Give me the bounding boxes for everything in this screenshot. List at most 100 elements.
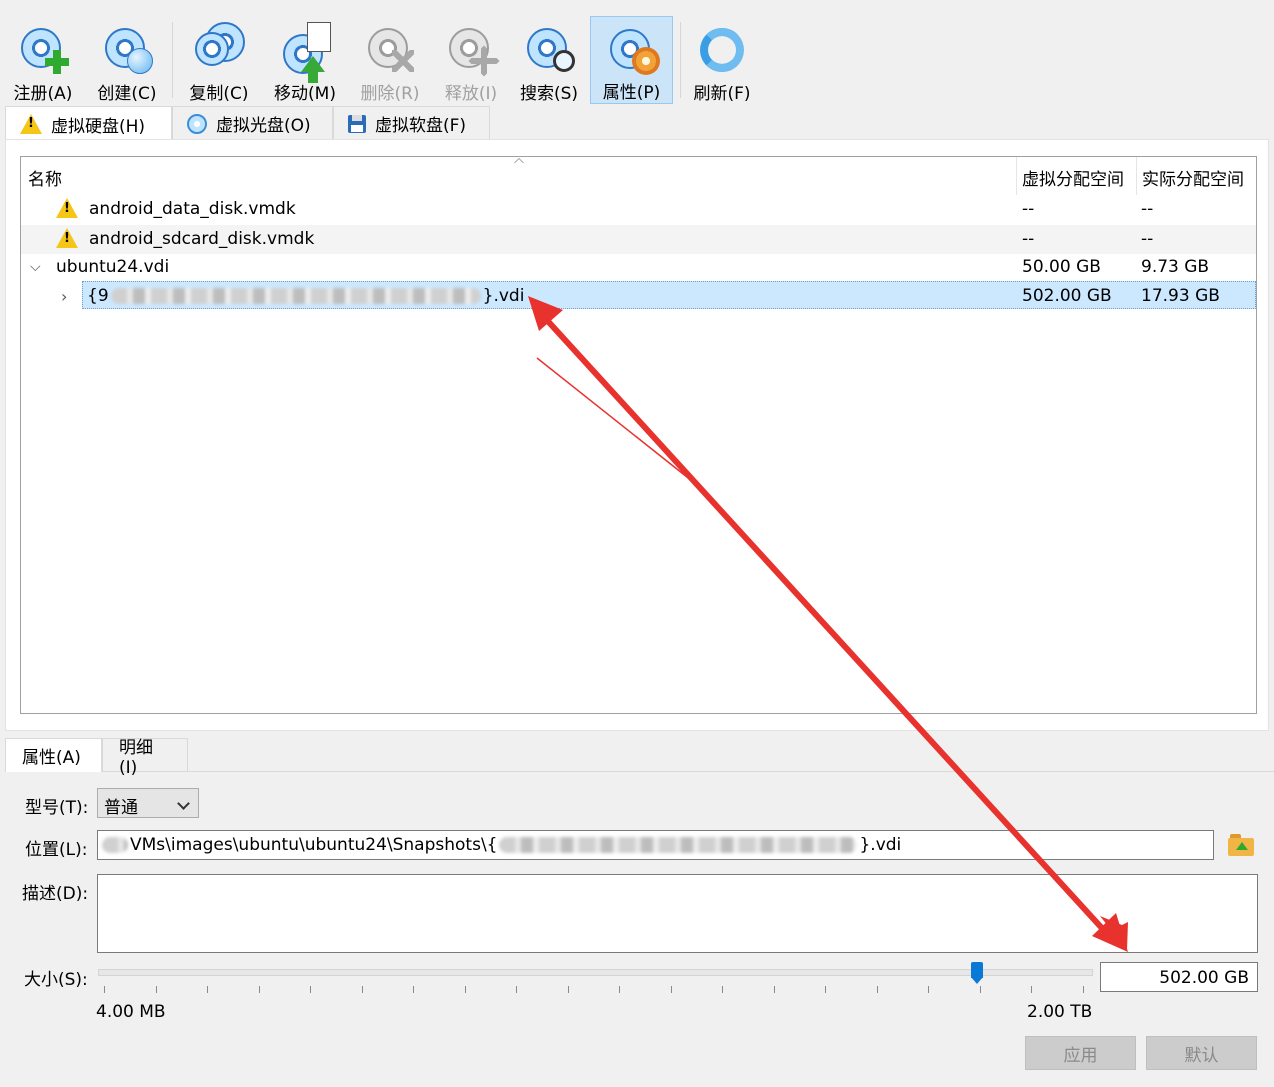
toolbar-separator bbox=[172, 22, 173, 98]
reset-button[interactable]: 默认 bbox=[1146, 1036, 1257, 1070]
create-disk-icon bbox=[101, 22, 153, 74]
folder-up-icon bbox=[1236, 842, 1248, 850]
slider-tick bbox=[104, 986, 105, 993]
virtual-size: 502.00 GB bbox=[1022, 286, 1112, 306]
warning-icon bbox=[20, 114, 42, 134]
virtual-size: -- bbox=[1022, 199, 1035, 219]
actual-size: -- bbox=[1141, 199, 1154, 219]
type-select[interactable]: 普通 bbox=[97, 788, 199, 818]
chevron-down-icon[interactable]: ⌵ bbox=[30, 259, 41, 275]
tab-optical-disks[interactable]: 虚拟光盘(O) bbox=[172, 106, 333, 140]
refresh-icon bbox=[696, 22, 748, 74]
remove-disk-icon bbox=[364, 22, 416, 74]
register-button[interactable]: 注册(A) bbox=[6, 16, 80, 104]
description-label: 描述(D): bbox=[22, 884, 89, 904]
redacted-uuid bbox=[110, 288, 481, 304]
properties-button[interactable]: 属性(P) bbox=[590, 16, 673, 104]
slider-tick bbox=[825, 986, 826, 993]
virtual-size: -- bbox=[1022, 229, 1035, 249]
slider-tick bbox=[361, 986, 363, 993]
location-label: 位置(L): bbox=[25, 840, 88, 860]
tab-attributes[interactable]: 属性(A) bbox=[5, 738, 102, 772]
release-label: 释放(I) bbox=[444, 84, 498, 104]
register-label: 注册(A) bbox=[13, 84, 73, 104]
size-slider-handle[interactable] bbox=[970, 962, 983, 984]
slider-tick bbox=[413, 986, 414, 993]
column-virtual-size-header[interactable]: 虚拟分配空间 bbox=[1022, 165, 1124, 190]
chevron-right-icon[interactable]: › bbox=[61, 287, 67, 306]
move-button[interactable]: 移动(M) bbox=[266, 16, 344, 104]
apply-button[interactable]: 应用 bbox=[1025, 1036, 1136, 1070]
release-disk-icon bbox=[445, 22, 500, 77]
table-row[interactable]: android_sdcard_disk.vmdk -- -- bbox=[21, 225, 1256, 254]
choose-location-button[interactable] bbox=[1228, 834, 1254, 856]
toolbar: 注册(A) 创建(C) 复制(C) 移动(M) 删除(R) 释放(I) 搜索(S… bbox=[0, 0, 1274, 105]
slider-tick bbox=[567, 986, 569, 993]
tab-optical-disks-label: 虚拟光盘(O) bbox=[216, 116, 311, 136]
size-label: 大小(S): bbox=[24, 970, 88, 990]
media-tree[interactable]: 名称 虚拟分配空间 实际分配空间 android_data_disk.vmdk … bbox=[20, 156, 1257, 714]
create-button[interactable]: 创建(C) bbox=[90, 16, 164, 104]
search-label: 搜索(S) bbox=[519, 84, 579, 104]
virtual-size: 50.00 GB bbox=[1022, 257, 1101, 277]
properties-gear-icon bbox=[606, 23, 660, 75]
location-suffix: }.vdi bbox=[859, 835, 902, 855]
sort-ascending-icon bbox=[514, 158, 524, 163]
type-select-value: 普通 bbox=[104, 798, 138, 818]
properties-label: 属性(P) bbox=[602, 83, 661, 103]
slider-tick bbox=[979, 986, 981, 993]
table-row[interactable]: android_data_disk.vmdk -- -- bbox=[21, 195, 1256, 224]
chevron-down-icon bbox=[177, 797, 190, 810]
disk-name: android_data_disk.vmdk bbox=[89, 199, 296, 219]
slider-tick bbox=[516, 986, 517, 993]
move-label: 移动(M) bbox=[274, 84, 336, 104]
actual-size: -- bbox=[1141, 229, 1154, 249]
warning-icon bbox=[56, 228, 78, 248]
slider-tick bbox=[619, 986, 620, 993]
add-disk-icon bbox=[17, 22, 69, 74]
copy-disk-icon bbox=[193, 22, 245, 74]
column-divider[interactable] bbox=[1016, 157, 1017, 195]
copy-label: 复制(C) bbox=[189, 84, 249, 104]
release-button[interactable]: 释放(I) bbox=[434, 16, 508, 104]
tab-attributes-label: 属性(A) bbox=[22, 748, 81, 768]
slider-tick bbox=[773, 986, 775, 993]
move-disk-icon bbox=[279, 22, 331, 83]
slider-tick bbox=[1031, 986, 1032, 993]
slider-tick bbox=[207, 986, 208, 993]
description-field[interactable] bbox=[97, 874, 1258, 953]
slider-tick bbox=[876, 986, 878, 993]
tab-hard-disks[interactable]: 虚拟硬盘(H) bbox=[5, 106, 172, 141]
remove-button[interactable]: 删除(R) bbox=[352, 16, 428, 104]
tree-header: 名称 虚拟分配空间 实际分配空间 bbox=[21, 157, 1256, 195]
optical-disc-icon bbox=[187, 113, 207, 134]
type-label: 型号(T): bbox=[25, 798, 89, 818]
slider-tick bbox=[670, 986, 672, 993]
redacted-uuid bbox=[499, 837, 858, 853]
size-field[interactable]: 502.00 GB bbox=[1100, 962, 1258, 992]
refresh-button[interactable]: 刷新(F) bbox=[686, 16, 758, 104]
tab-floppy-disks-label: 虚拟软盘(F) bbox=[375, 116, 467, 136]
table-row[interactable]: ⌵ ubuntu24.vdi 50.00 GB 9.73 GB bbox=[21, 253, 1256, 281]
location-path: VMs\images\ubuntu\ubuntu24\Snapshots\{ bbox=[130, 835, 498, 855]
slider-tick bbox=[310, 986, 311, 993]
table-row-selected[interactable]: {9}.vdi 502.00 GB 17.93 GB bbox=[82, 281, 1256, 309]
column-divider[interactable] bbox=[1136, 157, 1137, 195]
tab-information[interactable]: 明细(I) bbox=[102, 738, 188, 778]
copy-button[interactable]: 复制(C) bbox=[182, 16, 256, 104]
slider-tick bbox=[722, 986, 723, 993]
slider-tick bbox=[258, 986, 260, 993]
properties-tabs-baseline bbox=[5, 771, 1274, 772]
redacted-path bbox=[102, 837, 128, 853]
remove-label: 删除(R) bbox=[360, 84, 420, 104]
slider-tick bbox=[928, 986, 929, 993]
column-actual-size-header[interactable]: 实际分配空间 bbox=[1142, 165, 1244, 190]
tab-information-label: 明细(I) bbox=[119, 737, 153, 778]
floppy-disk-icon bbox=[348, 114, 366, 133]
search-button[interactable]: 搜索(S) bbox=[514, 16, 584, 104]
location-field[interactable]: VMs\images\ubuntu\ubuntu24\Snapshots\{}.… bbox=[97, 830, 1214, 860]
size-slider[interactable] bbox=[98, 969, 1093, 976]
column-name-header[interactable]: 名称 bbox=[28, 165, 62, 190]
slider-max-label: 2.00 TB bbox=[1027, 1002, 1093, 1022]
tab-floppy-disks[interactable]: 虚拟软盘(F) bbox=[333, 106, 490, 140]
